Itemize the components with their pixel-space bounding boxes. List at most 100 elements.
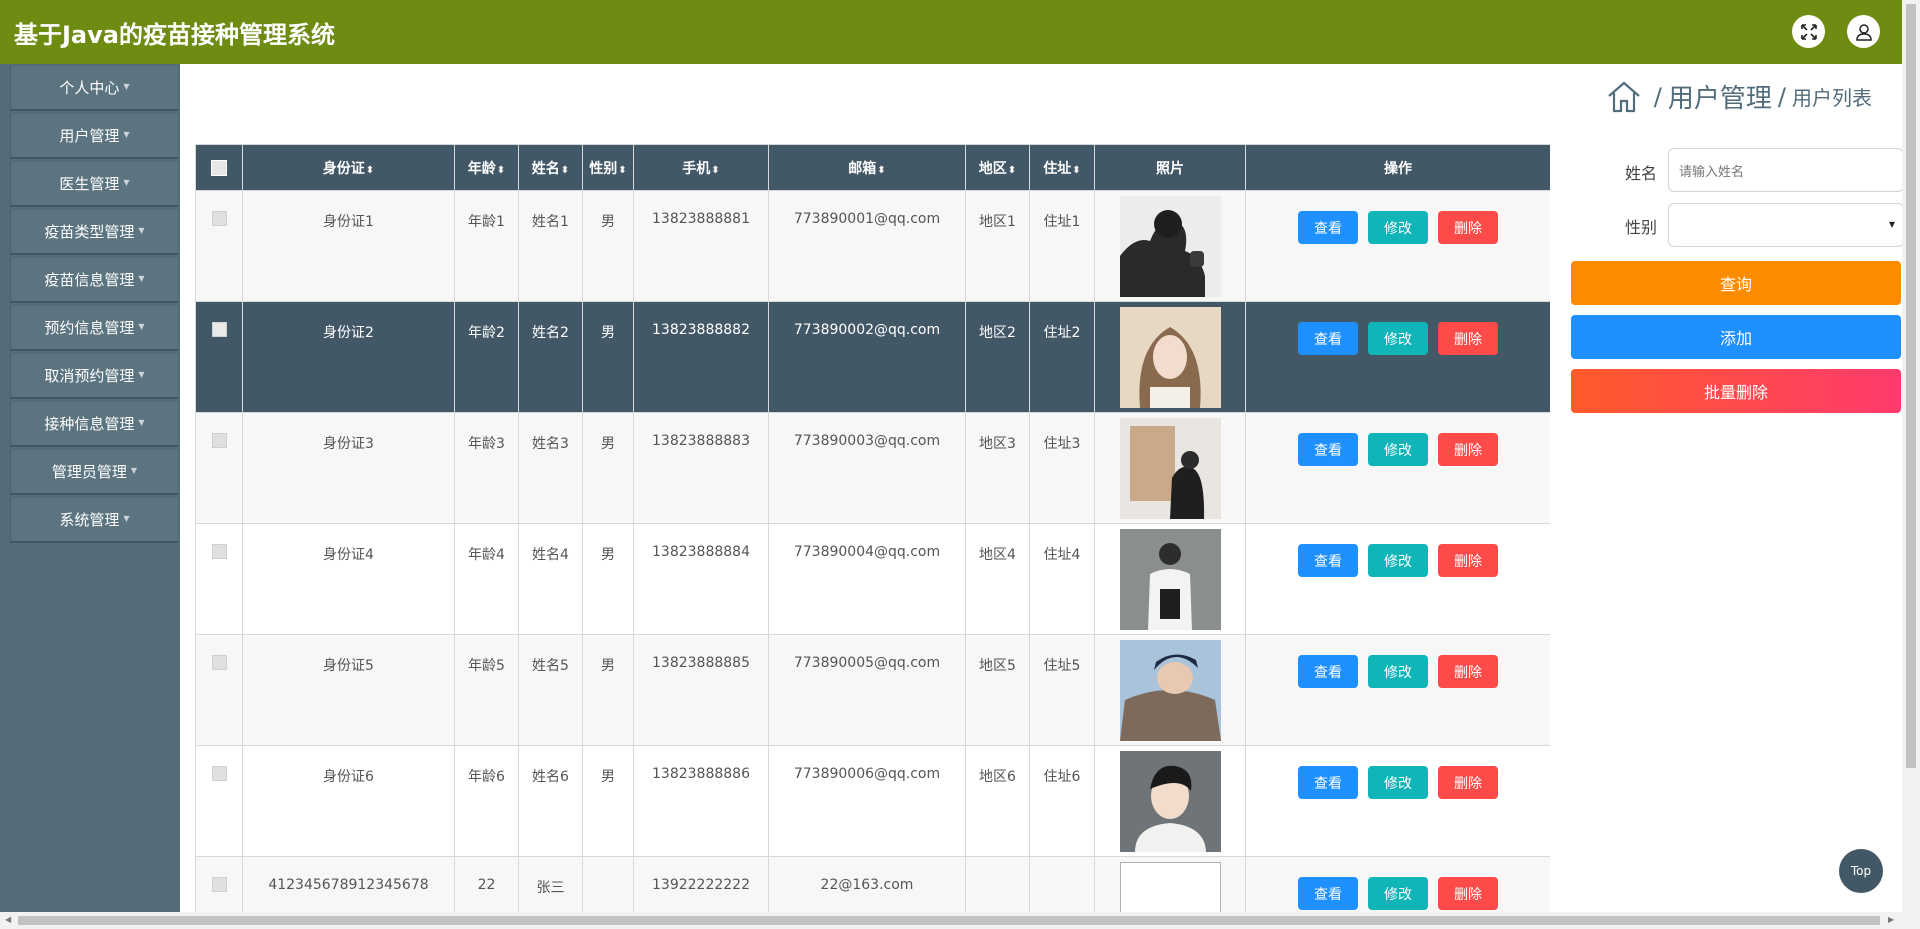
view-button[interactable]: 查看 <box>1298 433 1358 466</box>
delete-button[interactable]: 删除 <box>1438 544 1498 577</box>
edit-button[interactable]: 修改 <box>1368 655 1428 688</box>
delete-button[interactable]: 删除 <box>1438 655 1498 688</box>
caret-down-icon: ▼ <box>130 466 138 475</box>
select-all-checkbox[interactable] <box>211 159 227 176</box>
table-row[interactable]: 身份证1 年龄1 姓名1 男 13823888881 773890001@qq.… <box>195 190 1550 302</box>
table-row[interactable]: 身份证2 年龄2 姓名2 男 13823888882 773890002@qq.… <box>195 301 1550 413</box>
home-icon[interactable] <box>1606 79 1642 115</box>
column-header-age[interactable]: 年龄⬍ <box>454 144 519 191</box>
table-row[interactable]: 身份证5 年龄5 姓名5 男 13823888885 773890005@qq.… <box>195 634 1550 746</box>
add-button[interactable]: 添加 <box>1571 315 1901 359</box>
sort-icon: ⬍ <box>877 164 886 176</box>
cell-address: 住址5 <box>1029 634 1095 746</box>
sort-icon: ⬍ <box>1007 164 1017 176</box>
delete-button[interactable]: 删除 <box>1438 211 1498 244</box>
cell-id-card: 身份证1 <box>242 190 455 302</box>
edit-button[interactable]: 修改 <box>1368 322 1428 355</box>
cell-id-card: 身份证6 <box>242 745 455 857</box>
caret-down-icon: ▼ <box>123 178 130 187</box>
cell-email: 773890004@qq.com <box>768 523 966 635</box>
sidebar-item-doctor-management[interactable]: 医生管理 ▼ <box>10 162 178 207</box>
sidebar-item-user-management[interactable]: 用户管理 ▼ <box>10 114 178 159</box>
sidebar-item-system-management[interactable]: 系统管理 ▼ <box>10 498 178 543</box>
row-checkbox[interactable] <box>211 433 227 448</box>
cell-phone: 13823888885 <box>633 634 769 746</box>
cell-email: 773890005@qq.com <box>768 634 966 746</box>
sidebar-item-label: 个人中心 <box>59 79 120 97</box>
row-checkbox[interactable] <box>211 655 227 670</box>
cell-region: 地区6 <box>965 745 1030 857</box>
cell-address: 住址4 <box>1029 523 1095 635</box>
sidebar: 个人中心 ▼ 用户管理 ▼ 医生管理 ▼ 疫苗类型管理 ▼ 疫苗信息管理 ▼ 预约信息管理… <box>0 64 180 912</box>
table-row[interactable]: 身份证6 年龄6 姓名6 男 13823888886 773890006@qq.… <box>195 745 1550 857</box>
fullscreen-button[interactable] <box>1792 15 1825 48</box>
cell-region: 地区1 <box>965 190 1030 302</box>
sidebar-item-label: 接种信息管理 <box>44 415 135 433</box>
sidebar-item-vaccine-type-management[interactable]: 疫苗类型管理 ▼ <box>10 210 178 255</box>
cell-gender: 男 <box>582 412 634 524</box>
name-search-input[interactable]: 请输入姓名 <box>1668 148 1904 192</box>
column-header-name[interactable]: 姓名⬍ <box>518 144 583 191</box>
view-button[interactable]: 查看 <box>1298 877 1358 910</box>
user-photo <box>1119 529 1221 630</box>
view-button[interactable]: 查看 <box>1298 211 1358 244</box>
view-button[interactable]: 查看 <box>1298 322 1358 355</box>
delete-button[interactable]: 删除 <box>1438 766 1498 799</box>
gender-select[interactable]: ▾ <box>1668 203 1904 247</box>
table-row[interactable]: 412345678912345678 22 张三 13922222222 22@… <box>195 856 1550 912</box>
scroll-left-icon[interactable]: ◀ <box>5 915 11 924</box>
caret-down-icon: ▼ <box>123 130 130 139</box>
top-header: 基于Java的疫苗接种管理系统 <box>0 0 1902 64</box>
view-button[interactable]: 查看 <box>1298 655 1358 688</box>
sidebar-item-vaccination-management[interactable]: 接种信息管理 ▼ <box>10 402 178 447</box>
back-to-top-button[interactable]: Top <box>1839 849 1883 893</box>
row-checkbox[interactable] <box>211 766 227 781</box>
table-row[interactable]: 身份证4 年龄4 姓名4 男 13823888884 773890004@qq.… <box>195 523 1550 635</box>
edit-button[interactable]: 修改 <box>1368 877 1428 910</box>
breadcrumb: / 用户管理 / 用户列表 <box>1606 78 1872 115</box>
sidebar-item-cancel-appointment-management[interactable]: 取消预约管理 ▼ <box>10 354 178 399</box>
app-title: 基于Java的疫苗接种管理系统 <box>14 20 335 49</box>
cell-age: 年龄5 <box>454 634 519 746</box>
view-button[interactable]: 查看 <box>1298 766 1358 799</box>
column-header-email[interactable]: 邮箱⬍ <box>768 144 966 191</box>
edit-button[interactable]: 修改 <box>1368 544 1428 577</box>
column-header-region[interactable]: 地区⬍ <box>965 144 1030 191</box>
cell-address <box>1029 856 1095 912</box>
vertical-scrollbar[interactable] <box>1902 0 1920 912</box>
edit-button[interactable]: 修改 <box>1368 433 1428 466</box>
cell-email: 773890001@qq.com <box>768 190 966 302</box>
query-button[interactable]: 查询 <box>1571 261 1901 305</box>
delete-button[interactable]: 删除 <box>1438 433 1498 466</box>
column-header-id-card[interactable]: 身份证⬍ <box>242 144 455 191</box>
horizontal-scroll-thumb[interactable] <box>18 916 1880 925</box>
sort-icon: ⬍ <box>1072 164 1081 176</box>
view-button[interactable]: 查看 <box>1298 544 1358 577</box>
scroll-right-icon[interactable]: ▶ <box>1888 915 1894 924</box>
user-menu-button[interactable] <box>1847 15 1880 48</box>
edit-button[interactable]: 修改 <box>1368 211 1428 244</box>
table-row[interactable]: 身份证3 年龄3 姓名3 男 13823888883 773890003@qq.… <box>195 412 1550 524</box>
vertical-scroll-thumb[interactable] <box>1906 4 1916 768</box>
horizontal-scrollbar[interactable]: ◀ ▶ <box>0 912 1920 929</box>
edit-button[interactable]: 修改 <box>1368 766 1428 799</box>
sidebar-item-vaccine-info-management[interactable]: 疫苗信息管理 ▼ <box>10 258 178 303</box>
row-checkbox[interactable] <box>211 544 227 559</box>
sort-icon: ⬍ <box>496 164 506 176</box>
column-header-phone[interactable]: 手机⬍ <box>633 144 769 191</box>
cell-phone: 13922222222 <box>633 856 769 912</box>
row-checkbox[interactable] <box>211 211 227 226</box>
sidebar-item-personal-center[interactable]: 个人中心 ▼ <box>10 66 178 111</box>
delete-button[interactable]: 删除 <box>1438 322 1498 355</box>
cell-gender: 男 <box>582 745 634 857</box>
batch-delete-button[interactable]: 批量删除 <box>1571 369 1901 413</box>
user-photo <box>1119 640 1221 741</box>
breadcrumb-level1[interactable]: 用户管理 <box>1668 78 1772 115</box>
delete-button[interactable]: 删除 <box>1438 877 1498 910</box>
row-checkbox[interactable] <box>211 877 227 892</box>
row-checkbox[interactable] <box>211 322 227 337</box>
sidebar-item-admin-management[interactable]: 管理员管理 ▼ <box>10 450 178 495</box>
column-header-address[interactable]: 住址⬍ <box>1029 144 1095 191</box>
sidebar-item-appointment-management[interactable]: 预约信息管理 ▼ <box>10 306 178 351</box>
column-header-gender[interactable]: 性别⬍ <box>582 144 634 191</box>
